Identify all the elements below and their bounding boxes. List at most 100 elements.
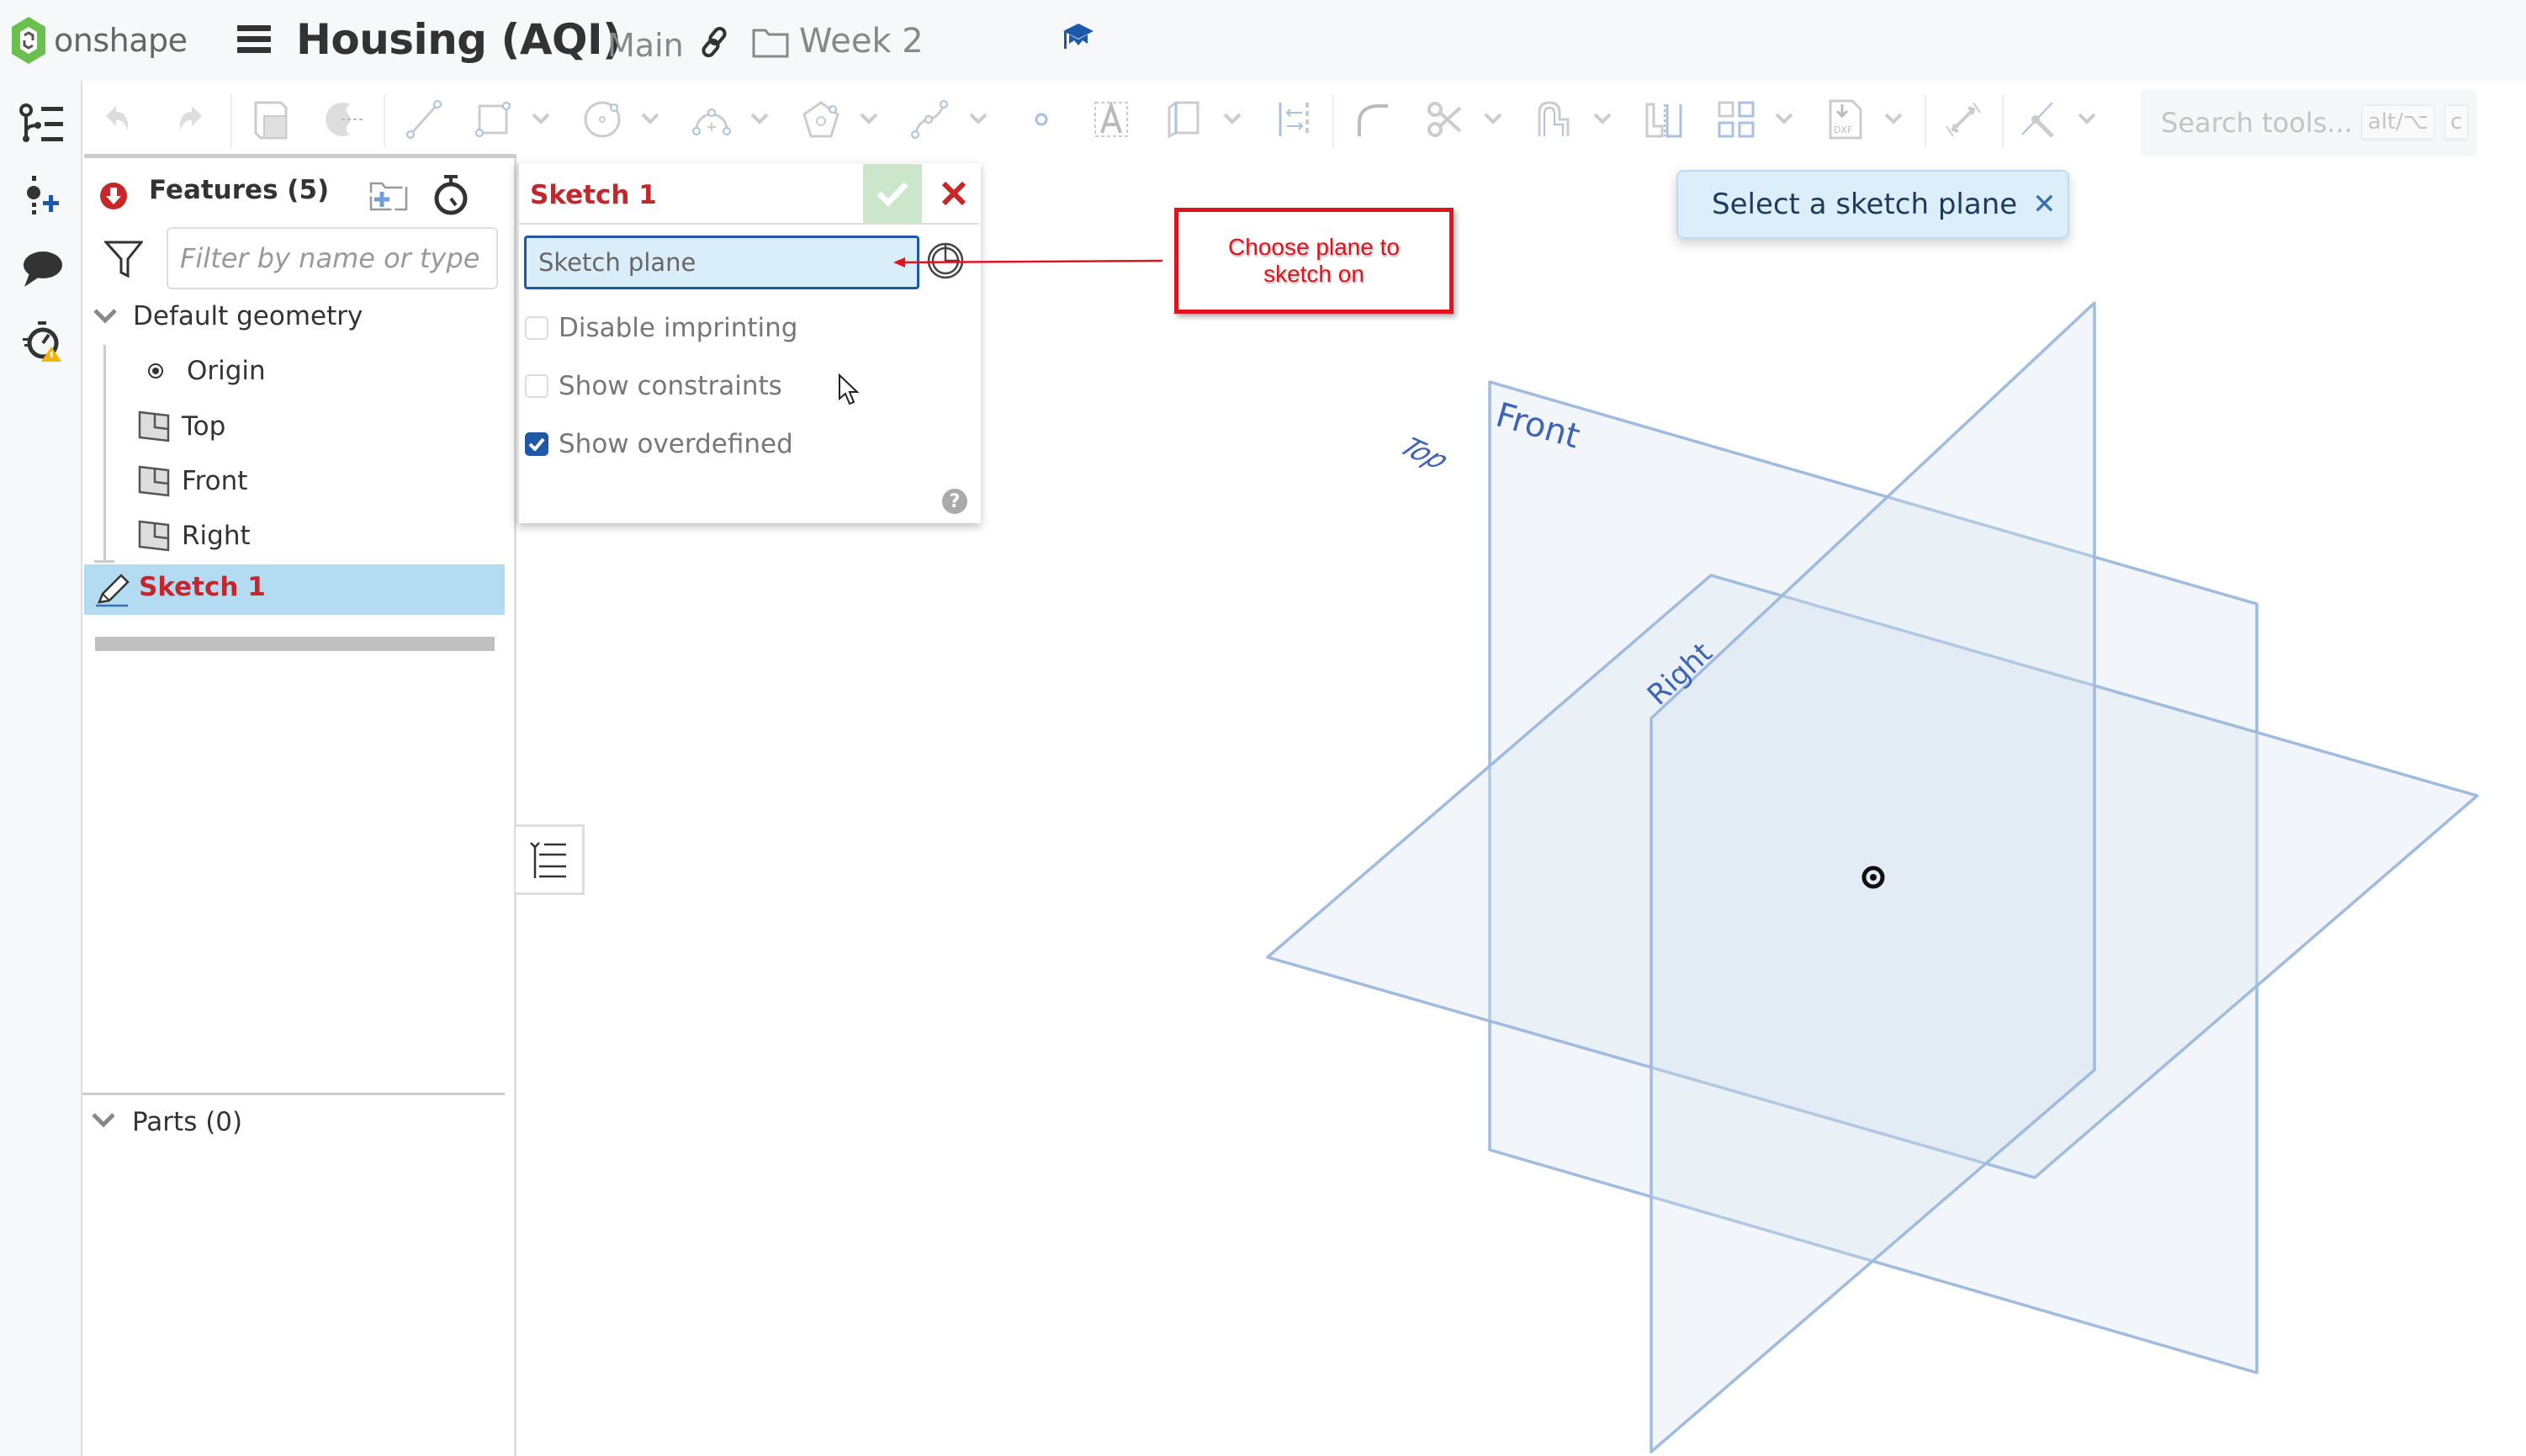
learning-center-icon[interactable]: [1062, 22, 1095, 56]
tree-item-origin[interactable]: Origin: [143, 356, 266, 386]
help-icon[interactable]: ?: [942, 489, 967, 514]
branch-name[interactable]: Main: [607, 27, 684, 64]
stopwatch-icon[interactable]: [431, 173, 471, 219]
dxf-dropdown[interactable]: [1881, 106, 1906, 131]
insert-button[interactable]: [17, 172, 67, 222]
rollback-bar[interactable]: [95, 637, 495, 651]
constraint-dropdown[interactable]: [2074, 106, 2100, 131]
toolbar-separator: [1925, 94, 1926, 148]
sketch-pencil-icon: [96, 574, 130, 611]
construction-dropdown[interactable]: [1220, 106, 1245, 131]
option-label: Show constraints: [559, 371, 782, 401]
link-icon[interactable]: [698, 25, 732, 62]
tree-item-front[interactable]: Front: [138, 465, 247, 497]
rollback-bar-icon[interactable]: [99, 182, 128, 214]
filter-features-input[interactable]: [167, 227, 498, 289]
logo-text: onshape: [54, 22, 188, 59]
chevron-down-icon: [532, 113, 550, 124]
tree-item-right[interactable]: Right: [138, 520, 251, 552]
pattern-dropdown[interactable]: [1771, 106, 1797, 131]
circle-tool-button[interactable]: [579, 96, 626, 143]
filter-icon[interactable]: [103, 241, 145, 281]
disable-imprinting-checkbox[interactable]: [525, 316, 548, 340]
point-tool-button[interactable]: [1018, 96, 1065, 143]
chevron-down-icon: [860, 113, 878, 124]
fillet-tool-button[interactable]: [1349, 96, 1396, 143]
close-icon: [941, 181, 966, 206]
constraint-tool-button[interactable]: [2015, 96, 2063, 143]
dialog-title: Sketch 1: [530, 180, 657, 210]
show-overdefined-option[interactable]: Show overdefined: [525, 429, 793, 459]
arc-dropdown[interactable]: [747, 106, 772, 131]
cancel-button[interactable]: [930, 164, 977, 223]
main-menu-button[interactable]: [237, 25, 271, 56]
performance-button[interactable]: [17, 316, 67, 367]
sketch-plane-field[interactable]: Sketch plane: [524, 236, 919, 289]
circle-dropdown[interactable]: [638, 106, 663, 131]
offset-icon: [1538, 101, 1570, 136]
panel-toggle-button[interactable]: [516, 824, 585, 895]
tree-guide-line-end: [94, 560, 114, 563]
top-plane-label: Top: [1388, 434, 1459, 474]
undo-button[interactable]: [94, 96, 141, 143]
trim-dropdown[interactable]: [1480, 106, 1506, 131]
onshape-logo[interactable]: onshape: [10, 15, 188, 66]
search-tools-input[interactable]: Search tools... alt/⌥ c: [2141, 89, 2477, 156]
document-title[interactable]: Housing (AQI): [296, 15, 622, 64]
folder-name[interactable]: Week 2: [799, 22, 924, 61]
annotation-text: Choose plane to sketch on: [1228, 233, 1400, 287]
text-tool-button[interactable]: [1088, 96, 1136, 143]
construction-icon: [1168, 101, 1199, 139]
disable-imprinting-option[interactable]: Disable imprinting: [525, 313, 797, 343]
chevron-down-icon: [969, 113, 988, 124]
search-tools-placeholder: Search tools...: [2161, 107, 2353, 139]
accept-button[interactable]: [863, 164, 922, 223]
pattern-tool-button[interactable]: [1713, 96, 1760, 143]
offset-dropdown[interactable]: [1590, 106, 1615, 131]
spline-dropdown[interactable]: [966, 106, 991, 131]
split-tool-button[interactable]: [1640, 96, 1687, 143]
option-label: Disable imprinting: [559, 313, 798, 343]
offset-tool-button[interactable]: [1531, 96, 1578, 143]
new-sketch-button[interactable]: [249, 96, 296, 143]
toast-close-button[interactable]: ✕: [2032, 188, 2057, 221]
dxf-insert-button[interactable]: DXF: [1822, 96, 1869, 143]
tree-item-top[interactable]: Top: [138, 410, 225, 442]
line-tool-button[interactable]: [400, 96, 447, 143]
tree-guide-line: [103, 345, 106, 561]
default-geometry-group[interactable]: Default geometry: [93, 301, 363, 331]
toolbar-separator: [2002, 94, 2004, 148]
parts-label[interactable]: Parts (0): [132, 1107, 242, 1137]
rectangle-dropdown[interactable]: [528, 106, 553, 131]
annotation-callout: Choose plane to sketch on: [1174, 208, 1454, 314]
point-icon: [1035, 113, 1048, 126]
show-constraints-checkbox[interactable]: [525, 374, 548, 398]
polygon-tool-button[interactable]: [797, 96, 845, 143]
revolve-button[interactable]: [321, 96, 368, 143]
show-overdefined-checkbox[interactable]: [525, 432, 548, 456]
scissors-icon: [1427, 102, 1462, 137]
features-title: Features (5): [149, 175, 330, 205]
add-folder-icon[interactable]: [368, 178, 409, 215]
construction-button[interactable]: [1161, 96, 1208, 143]
comments-button[interactable]: [17, 244, 67, 294]
parts-divider[interactable]: [82, 1093, 505, 1095]
chevron-down-icon[interactable]: [91, 1112, 116, 1132]
dimension-tool-button[interactable]: [1940, 96, 1987, 143]
show-constraints-option[interactable]: Show constraints: [525, 371, 782, 401]
plane-icon: [138, 410, 170, 442]
offset-line-button[interactable]: [1270, 96, 1317, 143]
trim-tool-button[interactable]: [1422, 96, 1469, 143]
feature-list-button[interactable]: [17, 99, 67, 150]
chevron-down-icon: [750, 113, 769, 124]
polygon-dropdown[interactable]: [856, 106, 882, 131]
toolbar-separator: [1332, 94, 1334, 148]
rectangle-tool-button[interactable]: [469, 96, 516, 143]
folder-icon[interactable]: [751, 25, 790, 62]
arc-tool-button[interactable]: [688, 96, 735, 143]
redo-icon: [179, 106, 202, 131]
redo-button[interactable]: [167, 96, 214, 143]
spline-tool-button[interactable]: [907, 96, 954, 143]
default-geometry-label: Default geometry: [133, 301, 363, 331]
select-plane-toast: Select a sketch plane ✕: [1676, 170, 2069, 239]
